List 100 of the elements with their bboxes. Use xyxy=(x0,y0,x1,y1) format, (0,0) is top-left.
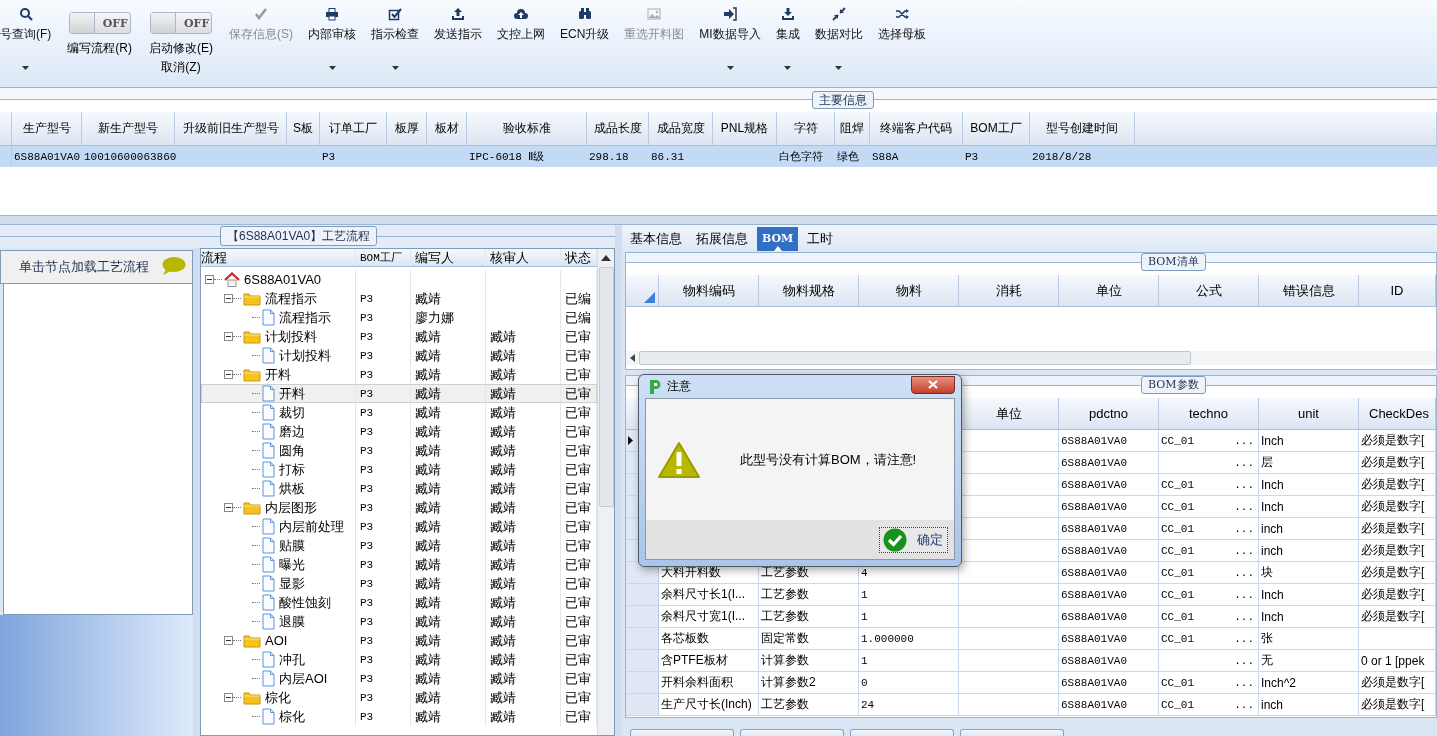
more-button[interactable]: ... xyxy=(1234,522,1258,535)
column-header[interactable]: pdctno xyxy=(1059,398,1159,429)
splitter[interactable] xyxy=(0,215,1437,225)
vertical-scrollbar[interactable] xyxy=(597,249,614,735)
toolbar-button[interactable]: 指示检查 xyxy=(368,0,422,72)
tree-row[interactable]: 圆角 P3 臧靖 臧靖 已审 xyxy=(201,441,597,460)
column-header[interactable]: 物料 xyxy=(859,275,959,306)
more-button[interactable]: ... xyxy=(1234,588,1258,601)
more-button[interactable]: ... xyxy=(1234,544,1258,557)
column-header[interactable]: CheckDes xyxy=(1359,398,1436,429)
bottom-button[interactable] xyxy=(740,729,844,736)
cancel-button[interactable]: 取消(Z) xyxy=(161,59,201,76)
tree-row[interactable]: 6S88A01VA0 xyxy=(201,270,597,289)
column-header[interactable]: 型号创建时间 xyxy=(1030,112,1135,145)
tree-row[interactable]: 冲孔 P3 臧靖 臧靖 已审 xyxy=(201,650,597,669)
bottom-button[interactable] xyxy=(960,729,1064,736)
bottom-button[interactable] xyxy=(850,729,954,736)
column-header[interactable]: 升级前旧生产型号 xyxy=(175,112,287,145)
toolbar-button[interactable]: 选择母板 xyxy=(874,0,929,72)
toolbar-button[interactable]: 发送指示 xyxy=(431,0,485,72)
close-button[interactable] xyxy=(911,375,955,394)
more-button[interactable]: ... xyxy=(1234,610,1258,623)
column-header[interactable]: 订单工厂 xyxy=(320,112,387,145)
expander-icon[interactable] xyxy=(224,693,233,702)
column-header[interactable]: 终端客户代码 xyxy=(870,112,963,145)
horizontal-scrollbar[interactable] xyxy=(626,351,1436,365)
tab[interactable]: BOM xyxy=(757,226,799,251)
column-header[interactable]: 物料编码 xyxy=(659,275,759,306)
column-header[interactable]: 验收标准 xyxy=(467,112,587,145)
toolbar-button[interactable]: 内部审核 xyxy=(305,0,359,72)
tree-row[interactable]: 开料 P3 臧靖 臧靖 已审 xyxy=(201,384,597,403)
toggle-switch[interactable]: OFF xyxy=(150,12,212,34)
table-row[interactable]: 6S88A01VA0 10010600063860 P3 IPC-6018 Ⅱ级 298.18 86.31 白色字符 绿色 S88A P3 2018/8/28 xyxy=(0,146,1437,167)
column-header[interactable]: unit xyxy=(1259,398,1359,429)
expander-icon[interactable] xyxy=(205,275,214,284)
tree-row[interactable]: AOI P3 臧靖 臧靖 已审 xyxy=(201,631,597,650)
column-header[interactable]: techno xyxy=(1159,398,1259,429)
column-header[interactable]: 成品宽度 xyxy=(649,112,713,145)
column-header[interactable]: ID xyxy=(1359,275,1436,306)
column-header[interactable]: BOM工厂 xyxy=(356,249,411,266)
tree-row[interactable]: 流程指示 P3 臧靖 已编 xyxy=(201,289,597,308)
column-header[interactable]: PNL规格 xyxy=(713,112,777,145)
expander-icon[interactable] xyxy=(224,503,233,512)
more-button[interactable]: ... xyxy=(1234,478,1258,491)
tree-row[interactable]: 计划投料 P3 臧靖 臧靖 已审 xyxy=(201,346,597,365)
tree-row[interactable]: 烘板 P3 臧靖 臧靖 已审 xyxy=(201,479,597,498)
tree-row[interactable]: 显影 P3 臧靖 臧靖 已审 xyxy=(201,574,597,593)
tree-row[interactable]: 棕化 P3 臧靖 臧靖 已审 xyxy=(201,707,597,726)
expander-icon[interactable] xyxy=(224,636,233,645)
column-header[interactable]: 阻焊 xyxy=(835,112,870,145)
tab[interactable]: 基本信息 xyxy=(625,226,687,251)
toggle-switch[interactable]: OFF xyxy=(68,12,131,34)
more-button[interactable]: ... xyxy=(1234,434,1258,447)
more-button[interactable]: ... xyxy=(1234,566,1258,579)
toolbar-button[interactable]: 号查询(F) xyxy=(0,0,55,72)
tree-row[interactable]: 打标 P3 臧靖 臧靖 已审 xyxy=(201,460,597,479)
more-button[interactable]: ... xyxy=(1234,632,1258,645)
column-header[interactable]: 板材 xyxy=(427,112,467,145)
expander-icon[interactable] xyxy=(224,370,233,379)
more-button[interactable]: ... xyxy=(1234,654,1258,667)
tree-row[interactable]: 酸性蚀刻 P3 臧靖 臧靖 已审 xyxy=(201,593,597,612)
column-header[interactable]: 错误信息 xyxy=(1259,275,1359,306)
more-button[interactable]: ... xyxy=(1234,698,1258,711)
column-header[interactable]: 流程 xyxy=(201,249,356,266)
toolbar-button[interactable]: 文控上网 xyxy=(494,0,548,72)
toolbar-button[interactable]: 数据对比 xyxy=(811,0,866,72)
column-header[interactable]: 新生产型号 xyxy=(82,112,175,145)
column-header[interactable]: 公式 xyxy=(1159,275,1259,306)
tree-row[interactable]: 裁切 P3 臧靖 臧靖 已审 xyxy=(201,403,597,422)
column-header[interactable]: S板 xyxy=(287,112,320,145)
tree-row[interactable]: 计划投料 P3 臧靖 臧靖 已审 xyxy=(201,327,597,346)
tree-row[interactable]: 内层前处理 P3 臧靖 臧靖 已审 xyxy=(201,517,597,536)
more-button[interactable]: ... xyxy=(1234,676,1258,689)
more-button[interactable]: ... xyxy=(1234,500,1258,513)
tree-row[interactable]: 流程指示 P3 廖力娜 已编 xyxy=(201,308,597,327)
tab[interactable]: 拓展信息 xyxy=(691,226,753,251)
tab[interactable]: 工时 xyxy=(802,226,839,251)
expander-icon[interactable] xyxy=(224,332,233,341)
column-header[interactable]: 消耗 xyxy=(959,275,1059,306)
tree-row[interactable]: 曝光 P3 臧靖 臧靖 已审 xyxy=(201,555,597,574)
column-header[interactable]: 物料规格 xyxy=(759,275,859,306)
column-header[interactable]: BOM工厂 xyxy=(963,112,1030,145)
toolbar-button[interactable]: ECN升级 xyxy=(557,0,613,72)
tree-row[interactable]: 内层AOI P3 臧靖 臧靖 已审 xyxy=(201,669,597,688)
tree-row[interactable]: 贴膜 P3 臧靖 臧靖 已审 xyxy=(201,536,597,555)
column-header[interactable]: 核审人 xyxy=(486,249,561,266)
ok-button[interactable]: 确定 xyxy=(879,526,948,553)
toolbar-button[interactable]: 集成 xyxy=(772,0,803,72)
column-header[interactable]: 板厚 xyxy=(387,112,427,145)
column-header[interactable]: 生产型号 xyxy=(12,112,82,145)
more-button[interactable]: ... xyxy=(1234,456,1258,469)
tree-row[interactable]: 退膜 P3 臧靖 臧靖 已审 xyxy=(201,612,597,631)
tree-row[interactable]: 棕化 P3 臧靖 臧靖 已审 xyxy=(201,688,597,707)
column-header[interactable]: 编写人 xyxy=(411,249,486,266)
column-header[interactable]: 字符 xyxy=(777,112,835,145)
toolbar-button[interactable]: MI数据导入 xyxy=(696,0,764,72)
tree-row[interactable]: 磨边 P3 臧靖 臧靖 已审 xyxy=(201,422,597,441)
bottom-button[interactable] xyxy=(630,729,734,736)
expander-icon[interactable] xyxy=(224,294,233,303)
tree-row[interactable]: 内层图形 P3 臧靖 臧靖 已审 xyxy=(201,498,597,517)
